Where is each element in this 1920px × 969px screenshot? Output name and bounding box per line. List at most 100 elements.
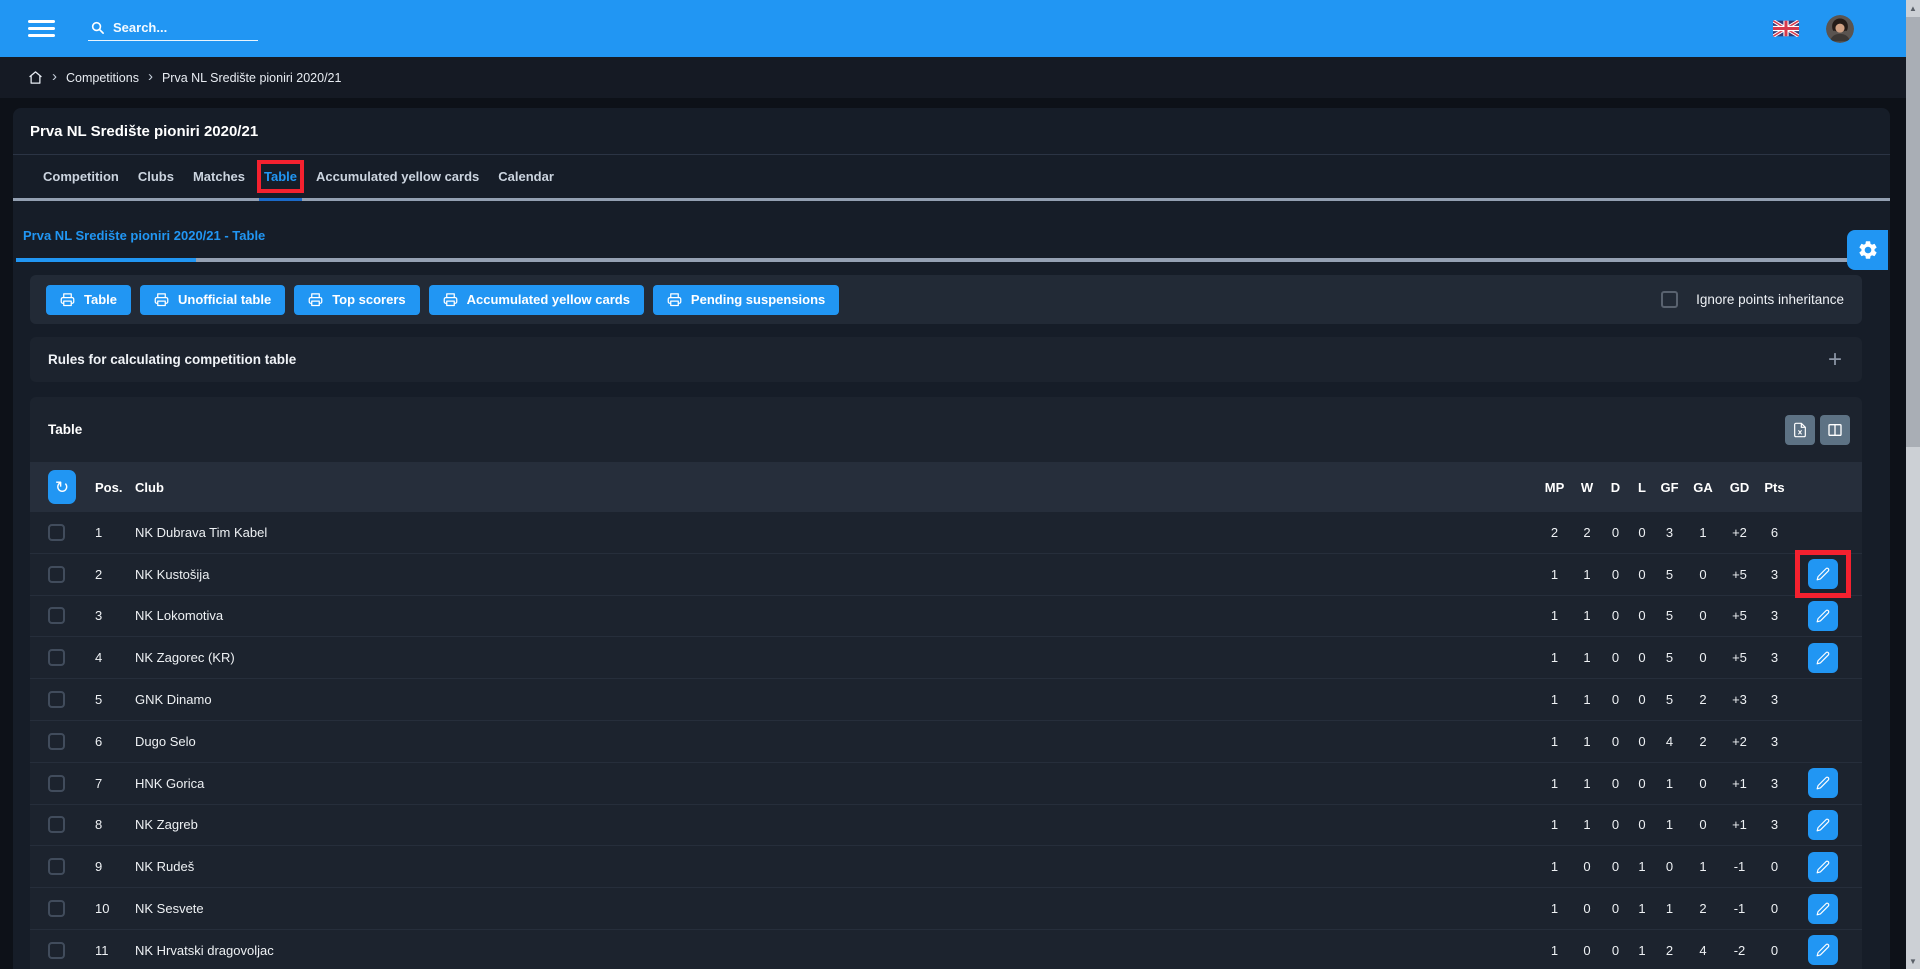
tab-clubs[interactable]: Clubs <box>138 169 174 198</box>
cell-ga: 0 <box>1684 567 1722 582</box>
cell-ga: 4 <box>1684 943 1722 958</box>
row-checkbox[interactable] <box>48 691 65 708</box>
cell-w: 1 <box>1572 817 1602 832</box>
position-cell: 10 <box>95 901 135 916</box>
edit-row-button[interactable] <box>1808 810 1838 840</box>
column-header-d: D <box>1602 480 1629 495</box>
edit-row-button[interactable] <box>1808 559 1838 589</box>
cell-w: 0 <box>1572 943 1602 958</box>
rules-accordion[interactable]: Rules for calculating competition table … <box>30 337 1862 382</box>
tab-matches[interactable]: Matches <box>193 169 245 198</box>
pending-suspensions-button[interactable]: Pending suspensions <box>653 285 839 315</box>
cell-gd: +5 <box>1722 567 1757 582</box>
position-cell: 9 <box>95 859 135 874</box>
cell-l: 0 <box>1629 817 1655 832</box>
cell-ga: 2 <box>1684 692 1722 707</box>
table-header-row: ↻ Pos. Club MPWDLGFGAGDPts <box>30 462 1862 512</box>
language-flag-icon[interactable] <box>1773 20 1799 37</box>
cell-gf: 5 <box>1655 608 1684 623</box>
search-field[interactable] <box>88 17 258 41</box>
club-name: GNK Dinamo <box>135 692 1517 707</box>
cell-mp: 2 <box>1537 525 1572 540</box>
tab-calendar[interactable]: Calendar <box>498 169 554 198</box>
breadcrumb-separator: › <box>148 69 153 84</box>
edit-row-button[interactable] <box>1808 768 1838 798</box>
row-checkbox[interactable] <box>48 733 65 750</box>
club-name: NK Lokomotiva <box>135 608 1517 623</box>
row-checkbox[interactable] <box>48 566 65 583</box>
scrollbar-thumb[interactable] <box>1906 17 1920 447</box>
export-excel-button[interactable] <box>1785 415 1815 445</box>
cell-gd: +2 <box>1722 525 1757 540</box>
row-checkbox[interactable] <box>48 900 65 917</box>
cell-pts: 3 <box>1757 692 1792 707</box>
pencil-icon <box>1816 943 1830 957</box>
settings-gear-button[interactable] <box>1847 230 1888 270</box>
table-row-11: 11NK Hrvatski dragovoljac100124-20 <box>30 930 1862 969</box>
edit-row-button[interactable] <box>1808 601 1838 631</box>
position-cell: 7 <box>95 776 135 791</box>
row-checkbox[interactable] <box>48 775 65 792</box>
annotation-highlight-tab <box>257 160 304 193</box>
edit-row-button[interactable] <box>1808 643 1838 673</box>
ignore-points-inheritance-checkbox[interactable] <box>1661 291 1678 308</box>
cell-w: 1 <box>1572 567 1602 582</box>
edit-row-button[interactable] <box>1808 894 1838 924</box>
cell-gf: 1 <box>1655 901 1684 916</box>
row-checkbox[interactable] <box>48 607 65 624</box>
position-cell: 2 <box>95 567 135 582</box>
cell-gd: -1 <box>1722 859 1757 874</box>
table-row-7: 7HNK Gorica110010+13 <box>30 763 1862 805</box>
cell-l: 0 <box>1629 692 1655 707</box>
competition-tabs: Competition Clubs Matches Table Accumulated … <box>13 169 1890 201</box>
table-row-10: 10NK Sesvete100112-10 <box>30 888 1862 930</box>
cell-gd: +2 <box>1722 734 1757 749</box>
refresh-table-button[interactable]: ↻ <box>48 470 76 504</box>
tab-accumulated-yellow-cards[interactable]: Accumulated yellow cards <box>316 169 479 198</box>
position-cell: 6 <box>95 734 135 749</box>
table-button[interactable]: Table <box>46 285 131 315</box>
search-input[interactable] <box>113 20 243 35</box>
cell-mp: 1 <box>1537 817 1572 832</box>
columns-toggle-button[interactable] <box>1820 415 1850 445</box>
edit-row-button[interactable] <box>1808 852 1838 882</box>
cell-w: 1 <box>1572 692 1602 707</box>
cell-d: 0 <box>1602 901 1629 916</box>
cell-d: 0 <box>1602 525 1629 540</box>
home-icon[interactable] <box>28 70 43 85</box>
breadcrumb-link-competitions[interactable]: Competitions <box>66 71 139 85</box>
user-avatar[interactable] <box>1826 15 1854 43</box>
tab-table[interactable]: Table <box>264 169 297 198</box>
cell-d: 0 <box>1602 817 1629 832</box>
scrollbar-up-arrow[interactable]: ▲ <box>1906 0 1920 16</box>
cell-w: 0 <box>1572 859 1602 874</box>
cell-mp: 1 <box>1537 901 1572 916</box>
excel-file-icon <box>1792 422 1808 438</box>
position-cell: 3 <box>95 608 135 623</box>
cell-mp: 1 <box>1537 608 1572 623</box>
club-name: NK Rudeš <box>135 859 1517 874</box>
row-checkbox[interactable] <box>48 942 65 959</box>
row-checkbox[interactable] <box>48 816 65 833</box>
edit-row-button[interactable] <box>1808 935 1838 965</box>
accumulated-yellow-cards-button[interactable]: Accumulated yellow cards <box>429 285 644 315</box>
column-header-ga: GA <box>1684 480 1722 495</box>
cell-w: 1 <box>1572 734 1602 749</box>
top-scorers-button[interactable]: Top scorers <box>294 285 419 315</box>
scrollbar-down-arrow[interactable]: ▼ <box>1906 953 1920 969</box>
expand-plus-icon[interactable]: + <box>1828 348 1842 372</box>
row-checkbox[interactable] <box>48 858 65 875</box>
cell-l: 0 <box>1629 734 1655 749</box>
row-checkbox[interactable] <box>48 649 65 666</box>
unofficial-table-button[interactable]: Unofficial table <box>140 285 285 315</box>
cell-pts: 3 <box>1757 817 1792 832</box>
hamburger-menu-icon[interactable] <box>28 20 55 37</box>
subtab-active-label[interactable]: Prva NL Središte pioniri 2020/21 - Table <box>16 228 265 243</box>
breadcrumb-separator: › <box>52 69 57 84</box>
tab-competition[interactable]: Competition <box>43 169 119 198</box>
row-checkbox[interactable] <box>48 524 65 541</box>
pencil-icon <box>1816 818 1830 832</box>
cell-gf: 5 <box>1655 650 1684 665</box>
cell-gf: 1 <box>1655 817 1684 832</box>
cell-gf: 3 <box>1655 525 1684 540</box>
